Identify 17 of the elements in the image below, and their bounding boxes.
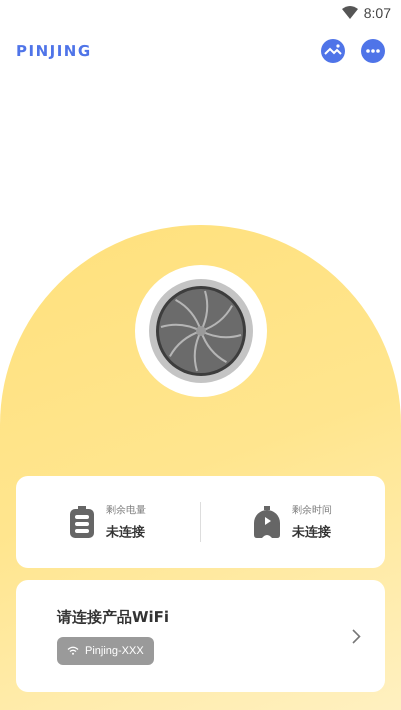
camera-shutter-icon [148, 279, 252, 383]
timer-icon [254, 506, 280, 538]
network-name: Pinjing-XXX [85, 644, 144, 656]
battery-icon [70, 506, 94, 538]
wifi-signal-icon [342, 6, 358, 19]
app-logo: PINJING [16, 42, 92, 60]
chevron-right-icon [352, 628, 361, 644]
more-icon[interactable] [361, 39, 385, 63]
stat-value: 未连接 [106, 524, 146, 541]
status-time: 8:07 [364, 4, 391, 20]
stat-label: 剩余时间 [292, 504, 332, 517]
wifi-card[interactable]: 请连接产品WiFi Pinjing-XXX [16, 580, 385, 692]
wifi-icon [67, 646, 79, 655]
wifi-card-title: 请连接产品WiFi [57, 608, 170, 626]
gallery-icon[interactable] [321, 39, 345, 63]
stat-value: 未连接 [292, 524, 332, 541]
stat-label: 剩余电量 [106, 504, 146, 517]
